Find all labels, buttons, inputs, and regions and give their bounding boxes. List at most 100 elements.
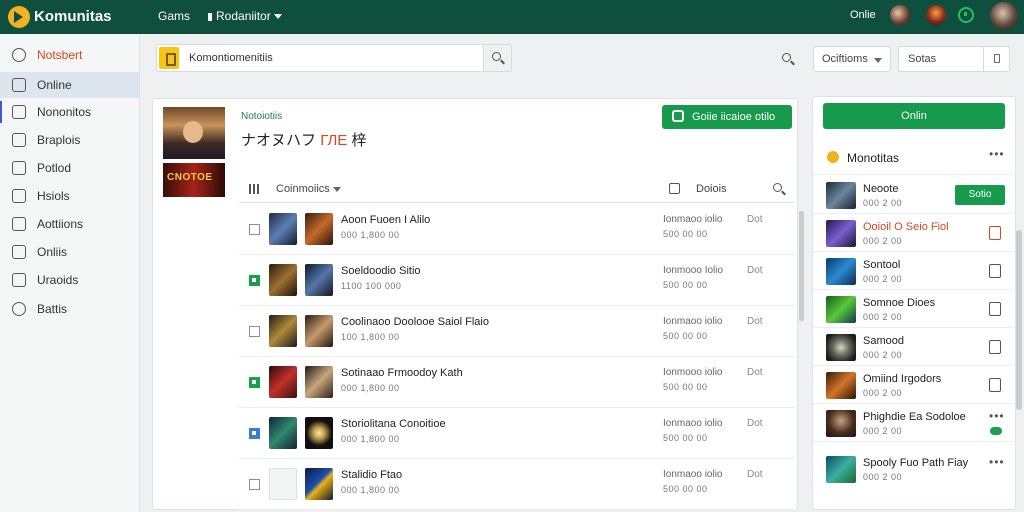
table-row[interactable]: Sotinaao Frmoodoy Kath 000 1,800 00 Ionm… — [239, 358, 795, 408]
friend-name[interactable]: Phighdie Ea Sodoloe — [863, 411, 966, 423]
table-row[interactable]: Coolinaoo Doolooe Saiol Flaio 100 1,800 … — [239, 307, 795, 357]
user-avatar[interactable] — [990, 2, 1018, 30]
friend-name[interactable]: Neoote — [863, 183, 898, 195]
list-item[interactable]: Ooioil O Seio Fiol 000 2 00 — [813, 215, 1017, 252]
table-row[interactable]: Aoon Fuoen I Alilo 000 1,800 00 Ionmaoo … — [239, 205, 795, 255]
search-icon[interactable] — [782, 53, 791, 62]
friend-name[interactable]: Ooioil O Seio Fiol — [863, 221, 949, 233]
row-checkbox[interactable] — [249, 479, 260, 490]
status-column-label[interactable]: Doiois — [696, 183, 727, 195]
friend-avatar[interactable] — [826, 258, 856, 285]
list-item[interactable]: Sontool 000 2 00 — [813, 253, 1017, 290]
sidebar-item-online[interactable]: Online — [0, 72, 140, 98]
sidebar-item-onliis[interactable]: Onliis — [0, 239, 140, 265]
friend-avatar[interactable] — [826, 182, 856, 209]
friend-name[interactable]: Omiind Irgodors — [863, 373, 941, 385]
list-item[interactable]: Somnoe Dioes 000 2 00 — [813, 291, 1017, 328]
search-icon[interactable] — [773, 183, 782, 192]
row-checkbox[interactable] — [249, 377, 260, 388]
gift-icon[interactable] — [989, 264, 1001, 278]
row-checkbox[interactable] — [249, 275, 260, 286]
game-thumbnail[interactable] — [269, 366, 297, 398]
game-thumbnail[interactable] — [305, 315, 333, 347]
gift-icon[interactable] — [989, 226, 1001, 240]
game-thumbnail[interactable] — [269, 468, 297, 500]
friend-avatar[interactable] — [826, 220, 856, 247]
game-thumbnail[interactable] — [269, 315, 297, 347]
more-options-icon[interactable]: ••• — [989, 409, 1005, 423]
row-checkbox[interactable] — [249, 326, 260, 337]
friend-action-button[interactable]: Sotio — [955, 185, 1005, 205]
game-banner[interactable]: CNOTOE — [163, 163, 225, 197]
game-thumbnail[interactable] — [305, 468, 333, 500]
sidebar-item-notsbert[interactable]: Notsbert — [0, 42, 140, 68]
list-item[interactable]: Phighdie Ea Sodoloe 000 2 00 ••• — [813, 405, 1017, 442]
table-row[interactable]: Stalidio Ftao 000 1,800 00 Ionmaoo iolio… — [239, 460, 795, 510]
category-select[interactable]: Coinmoiics — [276, 183, 341, 195]
game-cover-art[interactable] — [163, 107, 225, 159]
app-logo[interactable] — [8, 6, 30, 28]
power-icon[interactable] — [958, 7, 974, 23]
sidebar-item-hsiols[interactable]: Hsiols — [0, 183, 140, 209]
list-item[interactable]: Neoote 000 2 00 Sotio — [813, 177, 1017, 214]
search-input[interactable]: Komontiomenitiis — [189, 52, 273, 64]
row-title[interactable]: Aoon Fuoen I Alilo — [341, 214, 430, 226]
friend-avatar[interactable] — [826, 296, 856, 323]
more-options-icon[interactable]: ••• — [989, 147, 1005, 161]
list-item[interactable]: Spooly Fuo Path Fiay 000 2 00 ••• — [813, 451, 1017, 488]
row-checkbox[interactable] — [249, 224, 260, 235]
gift-icon[interactable] — [989, 302, 1001, 316]
page-scrollbar[interactable] — [1016, 230, 1022, 410]
row-title[interactable]: Soeldoodio Sitio — [341, 265, 421, 277]
sort-select[interactable]: Ociftioms — [813, 46, 891, 72]
sidebar-item-battis[interactable]: Battis — [0, 296, 140, 322]
sidebar-item-aottiions[interactable]: Aottiions — [0, 211, 140, 237]
online-button[interactable]: Onlin — [823, 103, 1005, 129]
game-thumbnail[interactable] — [305, 213, 333, 245]
table-row[interactable]: Soeldoodio Sitio 1100 100 000 Ionmooo Io… — [239, 256, 795, 306]
friend-name[interactable]: Somnoe Dioes — [863, 297, 935, 309]
game-thumbnail[interactable] — [269, 264, 297, 296]
gift-icon[interactable] — [989, 378, 1001, 392]
friend-name[interactable]: Spooly Fuo Path Fiay — [863, 457, 968, 469]
list-scrollbar[interactable] — [799, 211, 804, 321]
sidebar-item-potlod[interactable]: Potlod — [0, 155, 140, 181]
nav-games[interactable]: Gams — [158, 9, 190, 23]
search-button[interactable] — [483, 45, 511, 71]
list-item[interactable]: Samood 000 2 00 — [813, 329, 1017, 366]
grid-view-icon[interactable] — [249, 184, 259, 194]
search-bar[interactable]: Komontiomenitiis — [156, 44, 512, 72]
tag-icon — [12, 217, 26, 231]
filter-icon[interactable] — [669, 183, 680, 194]
game-action-button[interactable]: Goiie iicaioe otilo — [662, 105, 792, 129]
row-checkbox[interactable] — [249, 428, 260, 439]
more-options-icon[interactable]: ••• — [989, 455, 1005, 469]
game-thumbnail[interactable] — [269, 417, 297, 449]
row-title[interactable]: Storiolitana Conoitioe — [341, 418, 446, 430]
friend-avatar[interactable] — [826, 334, 856, 361]
friend-name[interactable]: Samood — [863, 335, 904, 347]
sidebar-item-braplois[interactable]: Braplois — [0, 127, 140, 153]
table-row[interactable]: Storiolitana Conoitioe 000 1,800 00 Ionm… — [239, 409, 795, 459]
row-title[interactable]: Coolinaoo Doolooe Saiol Flaio — [341, 316, 489, 328]
game-thumbnail[interactable] — [305, 366, 333, 398]
notification-game-icon[interactable] — [926, 5, 946, 25]
sidebar-item-nononitos[interactable]: Nononitos — [0, 99, 140, 125]
game-thumbnail[interactable] — [305, 264, 333, 296]
sidebar-item-uraoids[interactable]: Uraoids — [0, 267, 140, 293]
friend-name[interactable]: Sontool — [863, 259, 900, 271]
game-thumbnail[interactable] — [269, 213, 297, 245]
friend-avatar[interactable] — [826, 372, 856, 399]
friend-avatar[interactable] — [826, 456, 856, 483]
brand-name[interactable]: Komunitas — [34, 8, 112, 25]
friend-avatar[interactable] — [826, 410, 856, 437]
status-filter[interactable]: Sotas — [898, 46, 1010, 72]
list-item[interactable]: Omiind Irgodors 000 2 00 — [813, 367, 1017, 404]
friend-avatar-icon[interactable] — [890, 5, 910, 25]
nav-dropdown[interactable]: Rodaniitor — [208, 9, 282, 23]
row-title[interactable]: Sotinaao Frmoodoy Kath — [341, 367, 463, 379]
game-thumbnail[interactable] — [305, 417, 333, 449]
row-title[interactable]: Stalidio Ftao — [341, 469, 402, 481]
gift-icon[interactable] — [989, 340, 1001, 354]
online-status[interactable]: Onlie — [850, 9, 876, 21]
